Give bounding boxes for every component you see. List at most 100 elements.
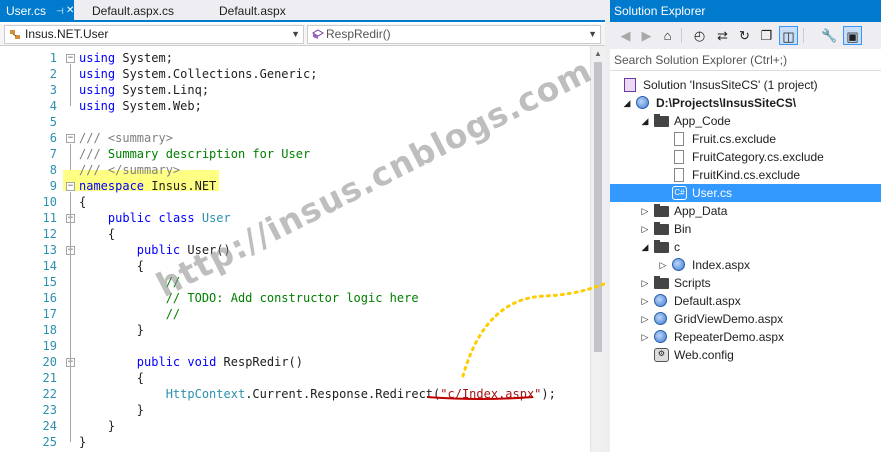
line-number: 16 (42, 291, 57, 305)
config-icon: ⚙ (654, 348, 669, 362)
back-icon[interactable]: ◀ (616, 26, 635, 45)
code-token: void (187, 355, 217, 369)
close-icon[interactable]: ✕ (66, 0, 74, 22)
code-text: using System.Web; (79, 98, 202, 114)
vertical-scrollbar[interactable]: ▲ (590, 46, 605, 452)
collapse-icon[interactable]: − (66, 54, 75, 63)
code-token: RespRedir() (216, 355, 303, 369)
history-icon[interactable]: ◴ (690, 26, 709, 45)
code-token: Insus.NET (144, 179, 217, 193)
collapsed-chevron-icon[interactable]: ▷ (640, 328, 650, 346)
code-line[interactable]: 1− using System; (0, 50, 590, 66)
collapsed-chevron-icon[interactable]: ▷ (640, 274, 650, 292)
line-number: 2 (49, 67, 57, 81)
line-number: 19 (42, 339, 57, 353)
member-dropdown[interactable]: RespRedir() ▼ (307, 25, 601, 44)
code-token: System.Linq; (115, 83, 210, 97)
tree-item[interactable]: ◢ App_Code (610, 112, 881, 130)
tree-item-label: FruitKind.cs.exclude (692, 168, 801, 182)
code-line[interactable]: 8 /// </summary> (0, 162, 590, 178)
code-editor[interactable]: User.cs ⊣ ✕ Default.aspx.cs Default.aspx… (0, 0, 605, 452)
code-text: namespace Insus.NET (79, 178, 216, 194)
tree-item-label: Default.aspx (674, 294, 741, 308)
scroll-up-icon[interactable]: ▲ (594, 49, 602, 58)
collapsed-chevron-icon[interactable]: ▷ (640, 292, 650, 310)
code-text: /// <summary> (79, 130, 173, 146)
properties-icon[interactable]: 🔧 (820, 26, 839, 45)
refresh-icon[interactable]: ↻ (735, 26, 754, 45)
preview-icon[interactable]: ▣ (843, 26, 862, 45)
code-token: /// (79, 147, 108, 161)
tree-item-label: Solution 'InsusSiteCS' (1 project) (643, 78, 818, 92)
show-all-files-icon[interactable]: ◫ (779, 26, 798, 45)
tree-item[interactable]: ▷ App_Data (610, 202, 881, 220)
collapse-all-icon[interactable]: ❐ (757, 26, 776, 45)
code-line[interactable]: 23 } (0, 402, 590, 418)
tree-item[interactable]: ▷ Scripts (610, 274, 881, 292)
tab-default-aspx[interactable]: Default.aspx (219, 0, 286, 22)
line-number: 17 (42, 307, 57, 321)
code-line[interactable]: 13− public User() (0, 242, 590, 258)
tree-item[interactable]: FruitKind.cs.exclude (610, 166, 881, 184)
tree-item[interactable]: ▷ GridViewDemo.aspx (610, 310, 881, 328)
code-token: public (136, 243, 181, 257)
line-number: 21 (42, 371, 57, 385)
folder-icon (654, 276, 669, 289)
tree-item[interactable]: FruitCategory.cs.exclude (610, 148, 881, 166)
tree-item-label: c (674, 240, 680, 254)
code-line[interactable]: 2 using System.Collections.Generic; (0, 66, 590, 82)
line-number: 6 (49, 131, 57, 145)
tree-item[interactable]: ◢ c (610, 238, 881, 256)
line-number: 23 (42, 403, 57, 417)
tab-user-cs[interactable]: User.cs ⊣ ✕ (0, 0, 74, 22)
expanded-chevron-icon[interactable]: ◢ (640, 238, 650, 256)
line-number: 5 (49, 115, 57, 129)
tree-item[interactable]: ▷ Index.aspx (610, 256, 881, 274)
expanded-chevron-icon[interactable]: ◢ (640, 112, 650, 130)
code-line[interactable]: 24 } (0, 418, 590, 434)
pin-icon[interactable]: ⊣ (56, 0, 64, 22)
tree-item[interactable]: Solution 'InsusSiteCS' (1 project) (610, 76, 881, 94)
home-icon[interactable]: ⌂ (658, 26, 677, 45)
tree-item-label: FruitCategory.cs.exclude (692, 150, 824, 164)
code-text: using System.Linq; (79, 82, 209, 98)
tree-item[interactable]: ⚙ Web.config (610, 346, 881, 364)
outline-guide (70, 256, 71, 330)
line-number: 1 (49, 51, 57, 65)
code-line[interactable]: 25} (0, 434, 590, 450)
tab-default-aspx-cs[interactable]: Default.aspx.cs (92, 0, 174, 22)
tree-item[interactable]: C# User.cs (610, 184, 881, 202)
collapsed-chevron-icon[interactable]: ▷ (640, 220, 650, 238)
tree-item-label: GridViewDemo.aspx (674, 312, 784, 326)
collapse-icon[interactable]: − (66, 134, 75, 143)
code-text: { (79, 226, 115, 242)
collapsed-chevron-icon[interactable]: ▷ (658, 256, 668, 274)
tree-item[interactable]: ◢ D:\Projects\InsusSiteCS\ (610, 94, 881, 112)
tree-item[interactable]: Fruit.cs.exclude (610, 130, 881, 148)
code-text: } (79, 322, 144, 338)
line-number: 24 (42, 419, 57, 433)
collapsed-chevron-icon[interactable]: ▷ (640, 202, 650, 220)
tree-item[interactable]: ▷ Default.aspx (610, 292, 881, 310)
code-token: } (79, 403, 145, 417)
sync-icon[interactable]: ⇄ (713, 26, 732, 45)
line-number: 12 (42, 227, 57, 241)
tree-item-label: Fruit.cs.exclude (692, 132, 777, 146)
code-text: using System; (79, 50, 173, 66)
line-number: 18 (42, 323, 57, 337)
collapse-icon[interactable]: − (66, 182, 75, 191)
collapsed-chevron-icon[interactable]: ▷ (640, 310, 650, 328)
expanded-chevron-icon[interactable]: ◢ (622, 94, 632, 112)
dotted-arrow-annotation (461, 281, 605, 378)
code-token: /// (79, 131, 108, 145)
tree-item[interactable]: ▷ Bin (610, 220, 881, 238)
class-dropdown[interactable]: Insus.NET.User ▼ (4, 25, 304, 44)
tree-item[interactable]: ▷ RepeaterDemo.aspx (610, 328, 881, 346)
code-line[interactable]: 9− namespace Insus.NET (0, 178, 590, 194)
forward-icon[interactable]: ▶ (637, 26, 656, 45)
code-line[interactable]: 7 /// Summary description for User (0, 146, 590, 162)
solution-explorer-search[interactable]: Search Solution Explorer (Ctrl+;) (610, 49, 881, 71)
